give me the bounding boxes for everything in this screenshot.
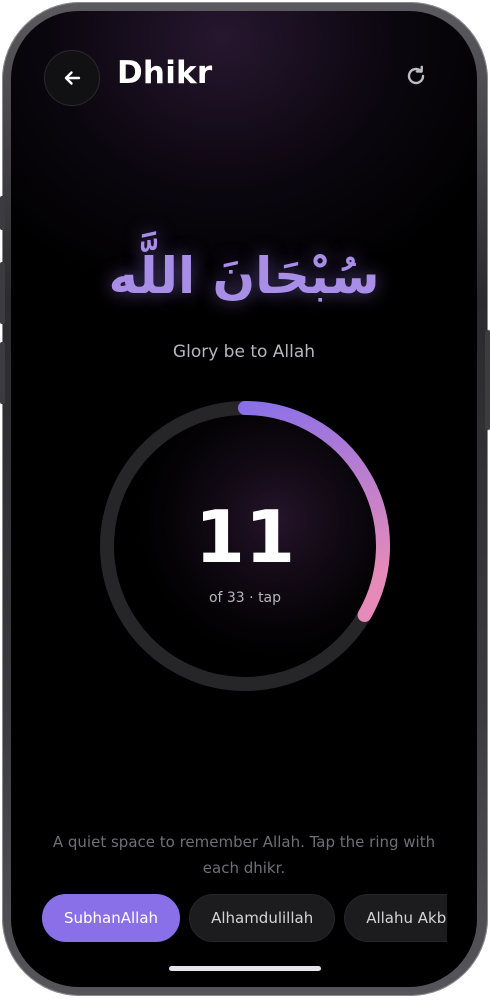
- back-button[interactable]: [44, 50, 100, 106]
- power-button: [485, 330, 490, 430]
- dhikr-chip-list: SubhanAllahAlhamdulillahAllahu Akbar: [42, 894, 447, 942]
- chip-allahu-akbar[interactable]: Allahu Akbar: [344, 894, 447, 942]
- dhikr-arabic-text: سُبْحَانَ اللَّه: [108, 247, 380, 305]
- helper-text: A quiet space to remember Allah. Tap the…: [52, 833, 436, 877]
- counter-subtitle: of 33 · tap: [208, 590, 282, 606]
- arrow-left-icon: [64, 71, 81, 85]
- action-button: [0, 196, 5, 230]
- home-indicator[interactable]: [169, 966, 321, 971]
- counter-value: 11: [194, 495, 296, 579]
- chip-subhanallah[interactable]: SubhanAllah: [42, 894, 181, 942]
- counter-ring[interactable]: 11 of 33 · tap: [97, 398, 393, 694]
- app-screen: Dhikr سُبْحَانَ اللَّه Glory be to Allah: [11, 11, 477, 987]
- dhikr-translation: Glory be to Allah: [172, 342, 316, 362]
- refresh-icon: [407, 65, 425, 85]
- chip-alhamdulillah[interactable]: Alhamdulillah: [189, 894, 336, 942]
- page-title: Dhikr: [117, 55, 213, 91]
- volume-down-button: [0, 342, 5, 404]
- reset-button[interactable]: [401, 61, 431, 91]
- volume-up-button: [0, 262, 5, 324]
